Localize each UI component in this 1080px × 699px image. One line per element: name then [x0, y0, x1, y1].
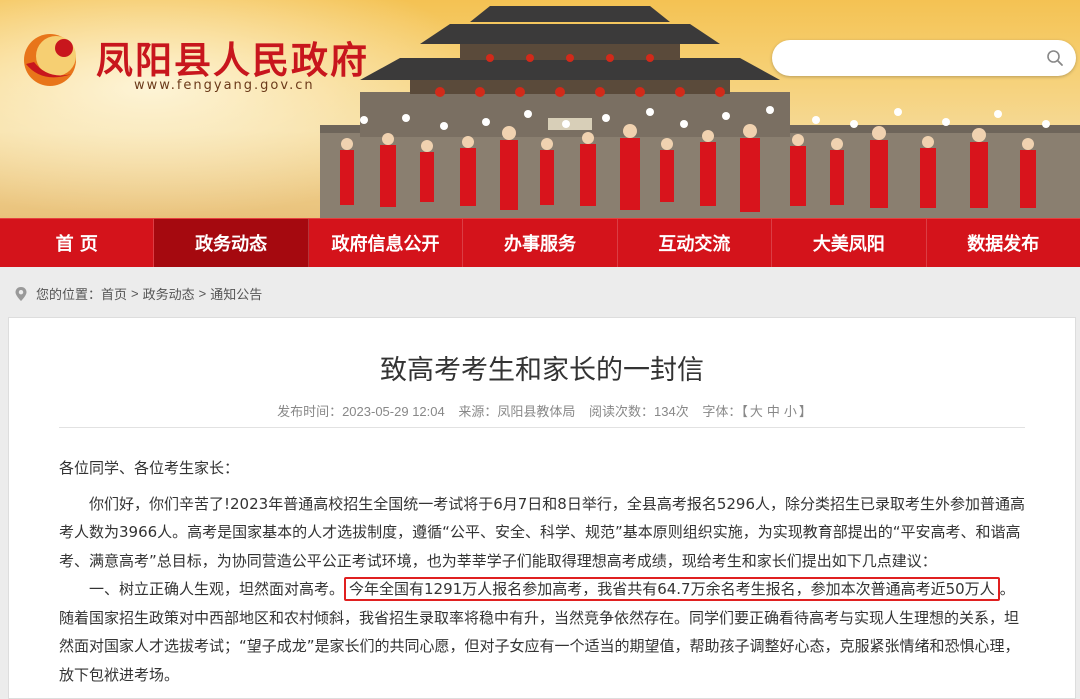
site-title: 凤阳县人民政府	[96, 38, 369, 82]
font-size-label-close: 】	[798, 404, 812, 419]
font-small-button[interactable]: 小	[784, 404, 797, 419]
font-size-label: 字体：【	[702, 404, 748, 419]
highlighted-statistic: 今年全国有1291万人报名参加高考，我省共有64.7万余名考生报名，参加本次普通…	[344, 577, 1000, 601]
nav-item-services[interactable]: 办事服务	[463, 219, 618, 267]
search-input[interactable]	[786, 46, 1030, 70]
nav-item-gov-info[interactable]: 政府信息公开	[309, 219, 464, 267]
article-source: 来源：凤阳县教体局	[458, 404, 576, 419]
breadcrumb-prefix: 您的位置：	[36, 287, 102, 302]
paragraph-1: 你们好，你们辛苦了!2023年普通高校招生全国统一考试将于6月7日和8日举行，全…	[59, 494, 1025, 570]
breadcrumb-separator: >	[198, 286, 207, 301]
breadcrumb-home-link[interactable]: 首页	[101, 284, 127, 303]
nav-item-news[interactable]: 政务动态	[154, 219, 309, 267]
paragraph-2: 一、树立正确人生观，坦然面对高考。 今年全国有1291万人报名参加高考，我省共有6…	[59, 575, 1025, 689]
nav-item-data-release[interactable]: 数据发布	[927, 219, 1080, 267]
breadcrumb-notices-link[interactable]: 通知公告	[210, 284, 262, 303]
title-divider	[59, 427, 1025, 428]
nav-item-home[interactable]: 首 页	[0, 219, 155, 267]
publish-time: 发布时间：2023-05-29 12:04	[277, 404, 445, 419]
nav-item-beautiful-fengyang[interactable]: 大美凤阳	[772, 219, 927, 267]
view-count: 阅读次数：134次	[589, 404, 689, 419]
font-size-control: 字体：【大中小】	[702, 404, 812, 419]
logo-emblem-icon	[24, 34, 76, 86]
header-banner: 凤阳县人民政府 www.fengyang.gov.cn	[0, 0, 1080, 218]
breadcrumb: 您的位置： 首页 > 政务动态 > 通知公告	[14, 284, 262, 303]
site-url: www.fengyang.gov.cn	[134, 78, 315, 93]
font-medium-button[interactable]: 中	[767, 404, 780, 419]
search-box	[772, 40, 1076, 76]
location-pin-icon	[15, 286, 27, 301]
nav-item-interaction[interactable]: 互动交流	[618, 219, 773, 267]
article-panel: 致高考考生和家长的一封信 发布时间：2023-05-29 12:04 来源：凤阳…	[8, 317, 1076, 699]
article-title: 致高考考生和家长的一封信	[380, 355, 704, 386]
article-body: 各位同学、各位考生家长： 你们好，你们辛苦了!2023年普通高校招生全国统一考试…	[59, 454, 1025, 689]
search-icon[interactable]	[1046, 49, 1064, 67]
breadcrumb-separator: >	[131, 286, 139, 301]
article-meta: 发布时间：2023-05-29 12:04 来源：凤阳县教体局 阅读次数：134…	[9, 401, 1075, 420]
breadcrumb-news-link[interactable]: 政务动态	[143, 284, 195, 303]
greeting: 各位同学、各位考生家长：	[59, 459, 240, 477]
paragraph-2-lead: 一、树立正确人生观，坦然面对高考。	[89, 580, 345, 598]
font-large-button[interactable]: 大	[750, 404, 763, 419]
banner-scene-illustration	[320, 6, 1080, 218]
main-nav: 首 页 政务动态 政府信息公开 办事服务 互动交流 大美凤阳 数据发布	[0, 218, 1080, 267]
